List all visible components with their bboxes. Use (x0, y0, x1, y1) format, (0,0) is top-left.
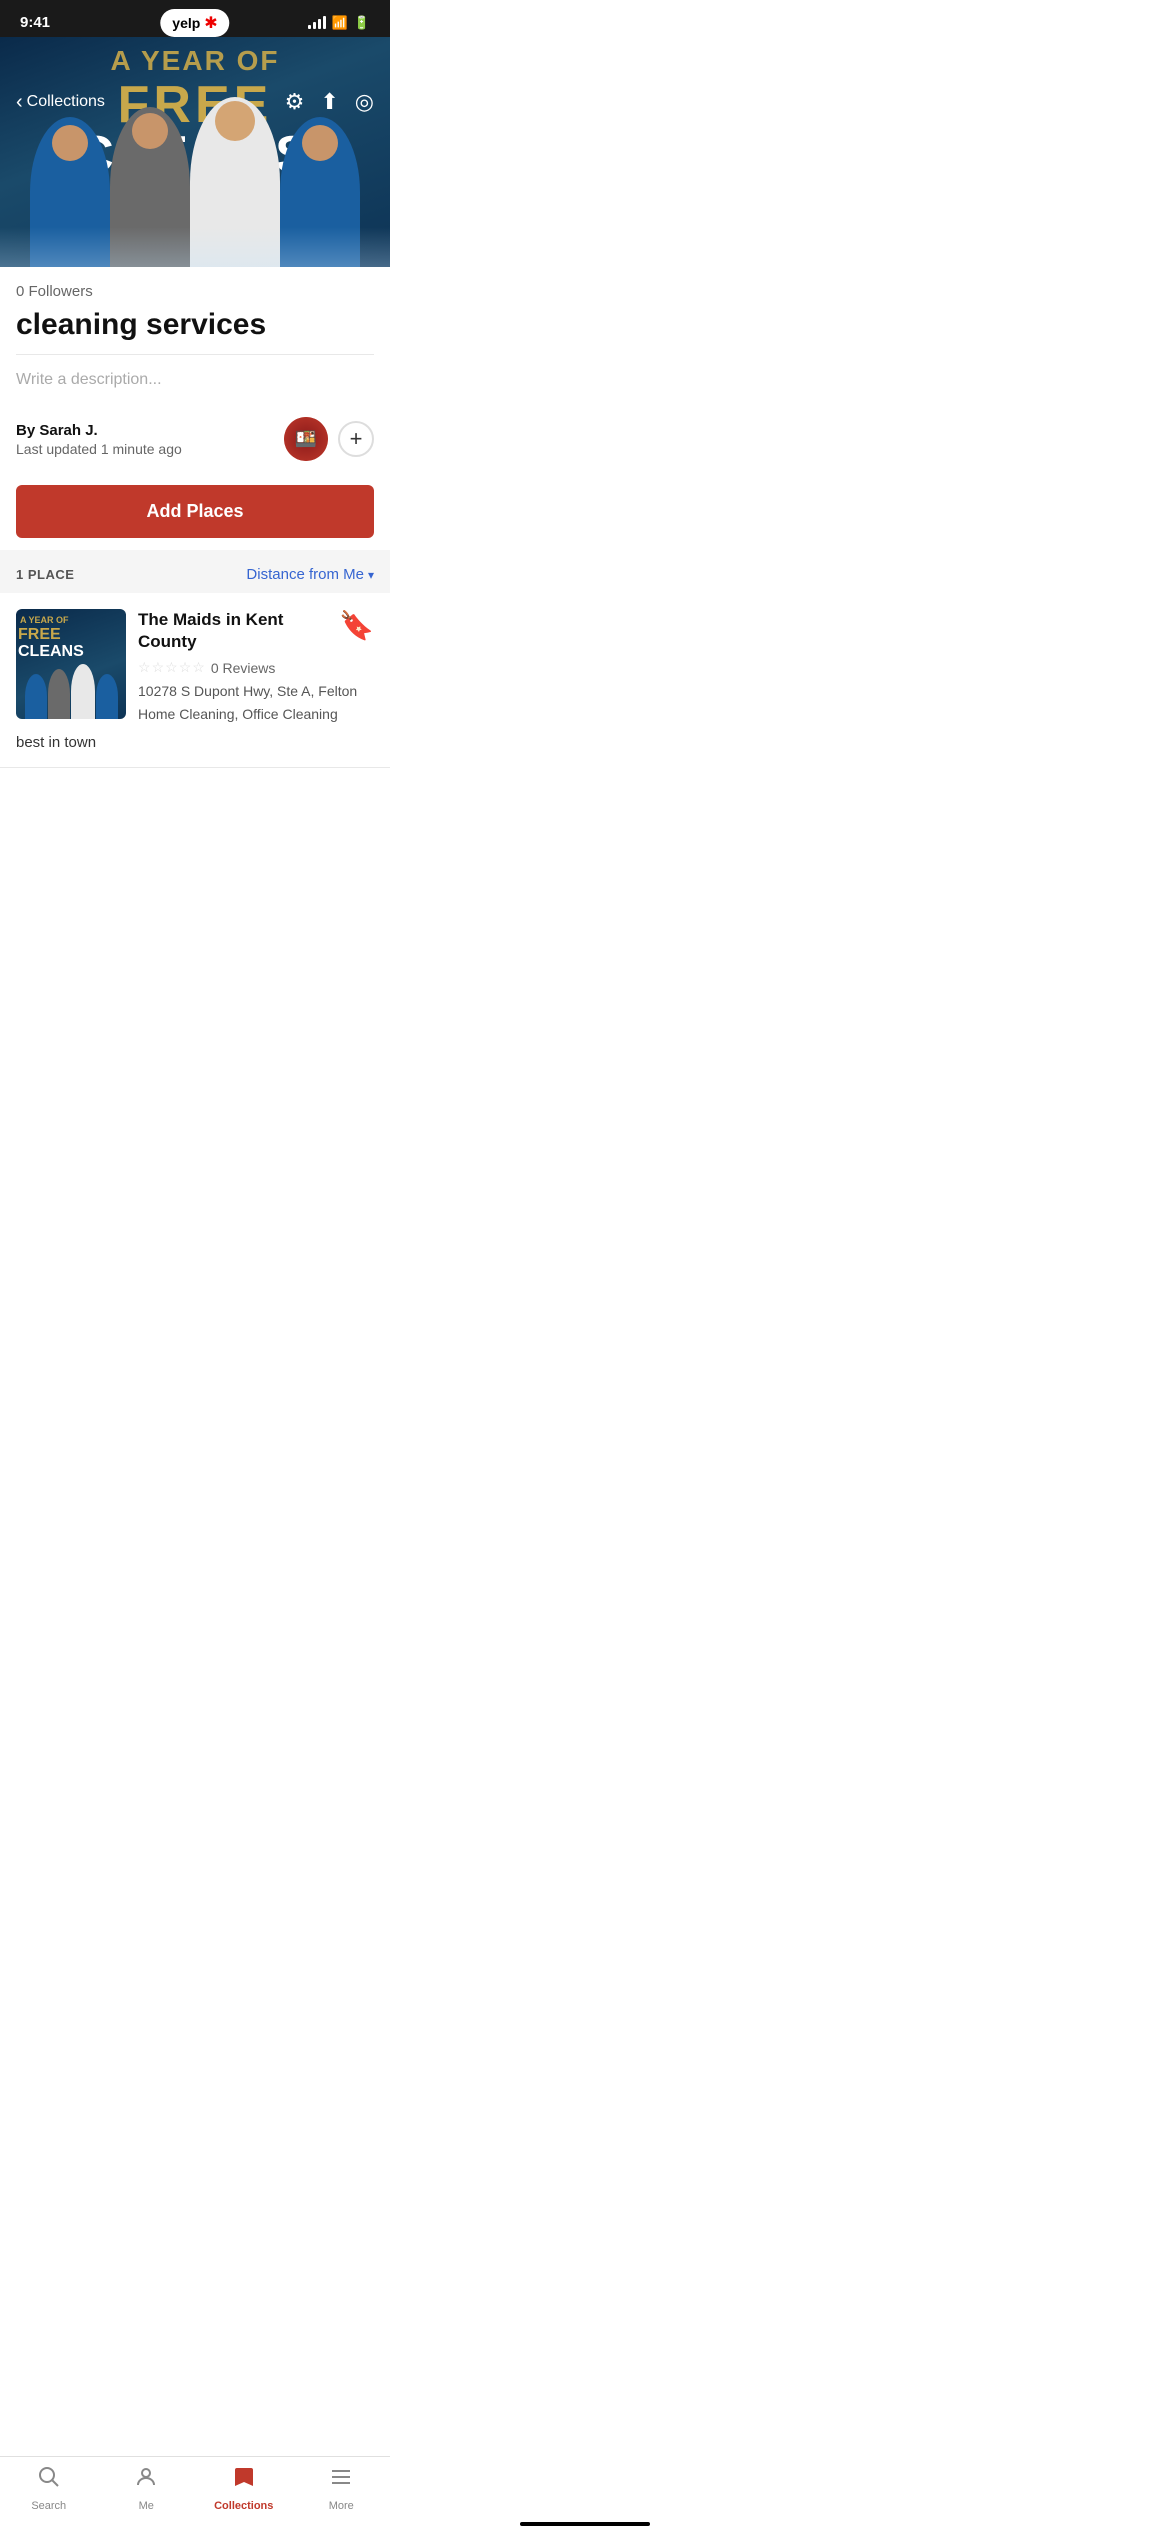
stars-row: ☆ ☆ ☆ ☆ ☆ (138, 659, 205, 676)
star-2: ☆ (152, 659, 165, 676)
place-address: 10278 S Dupont Hwy, Ste A, Felton (138, 682, 374, 702)
place-thumbnail: A YEAR OF FREE CLEANS (16, 609, 126, 719)
sort-button[interactable]: Distance from Me ▾ (246, 566, 374, 583)
star-4: ☆ (179, 659, 192, 676)
tab-search-label: Search (31, 2500, 66, 2512)
main-content: 0 Followers cleaning services Write a de… (0, 267, 390, 858)
plus-icon: + (350, 426, 363, 452)
reviews-count: 0 Reviews (211, 660, 276, 676)
collections-icon (232, 2465, 256, 2496)
author-name: By Sarah J. (16, 422, 182, 439)
place-note: best in town (16, 734, 374, 751)
add-places-button[interactable]: Add Places (16, 485, 374, 538)
add-collaborator-button[interactable]: + (338, 421, 374, 457)
search-icon (37, 2465, 61, 2496)
location-icon[interactable]: ◎ (355, 89, 374, 115)
chevron-down-icon: ▾ (368, 568, 374, 582)
back-arrow-icon: ‹ (16, 91, 23, 114)
yelp-logo: yelp ✱ (160, 9, 229, 37)
place-categories: Home Cleaning, Office Cleaning (138, 706, 374, 722)
status-icons: 📶 🔋 (308, 15, 370, 31)
tab-me-label: Me (139, 2500, 154, 2512)
snow-decoration (0, 227, 390, 267)
tab-collections[interactable]: Collections (209, 2465, 279, 2512)
author-info: By Sarah J. Last updated 1 minute ago (16, 422, 182, 457)
tab-collections-label: Collections (214, 2500, 273, 2512)
place-card[interactable]: A YEAR OF FREE CLEANS The Maids in Kent … (0, 593, 390, 768)
sort-label: Distance from Me (246, 566, 364, 583)
star-1: ☆ (138, 659, 151, 676)
signal-icon (308, 16, 326, 29)
yelp-logo-text: yelp (172, 15, 200, 31)
back-label: Collections (27, 93, 105, 111)
home-indicator (520, 2522, 650, 2526)
status-time: 9:41 (20, 14, 50, 31)
author-actions: 🍱 + (284, 417, 374, 461)
nav-bar: ‹ Collections ⚙ ⬆ ◎ (0, 79, 390, 125)
more-icon (329, 2465, 353, 2496)
tab-bar: Search Me Collections More (0, 2456, 390, 2532)
share-icon[interactable]: ⬆ (320, 89, 338, 115)
hero-line1: A YEAR OF (111, 45, 280, 77)
star-3: ☆ (165, 659, 178, 676)
places-count: 1 PLACE (16, 567, 74, 582)
wifi-icon: 📶 (332, 15, 348, 31)
status-bar: 9:41 yelp ✱ 📶 🔋 (0, 0, 390, 37)
collection-title: cleaning services (0, 304, 390, 354)
back-button[interactable]: ‹ Collections (16, 91, 105, 114)
place-main: A YEAR OF FREE CLEANS The Maids in Kent … (16, 609, 374, 722)
tab-search[interactable]: Search (14, 2465, 84, 2512)
description-field[interactable]: Write a description... (0, 355, 390, 405)
bookmark-icon[interactable]: 🔖 (339, 609, 374, 642)
nav-actions: ⚙ ⬆ ◎ (285, 89, 374, 115)
followers-count: 0 Followers (0, 267, 390, 304)
hero-image: ‹ Collections ⚙ ⬆ ◎ A YEAR OF FREE CLEAN… (0, 37, 390, 267)
yelp-burst-icon: ✱ (204, 13, 217, 33)
settings-icon[interactable]: ⚙ (285, 89, 305, 115)
me-icon (134, 2465, 158, 2496)
tab-more[interactable]: More (306, 2465, 376, 2512)
tab-more-label: More (329, 2500, 354, 2512)
collection-details: 0 Followers cleaning services Write a de… (0, 267, 390, 550)
battery-icon: 🔋 (354, 15, 370, 31)
author-row: By Sarah J. Last updated 1 minute ago 🍱 … (0, 405, 390, 473)
last-updated: Last updated 1 minute ago (16, 441, 182, 457)
place-info: The Maids in Kent County ☆ ☆ ☆ ☆ ☆ 0 Rev… (138, 609, 374, 722)
star-5: ☆ (192, 659, 205, 676)
place-rating: ☆ ☆ ☆ ☆ ☆ 0 Reviews (138, 659, 374, 676)
tab-me[interactable]: Me (111, 2465, 181, 2512)
places-header: 1 PLACE Distance from Me ▾ (0, 550, 390, 593)
yelp-logo-container: yelp ✱ (160, 9, 229, 37)
author-avatar[interactable]: 🍱 (284, 417, 328, 461)
